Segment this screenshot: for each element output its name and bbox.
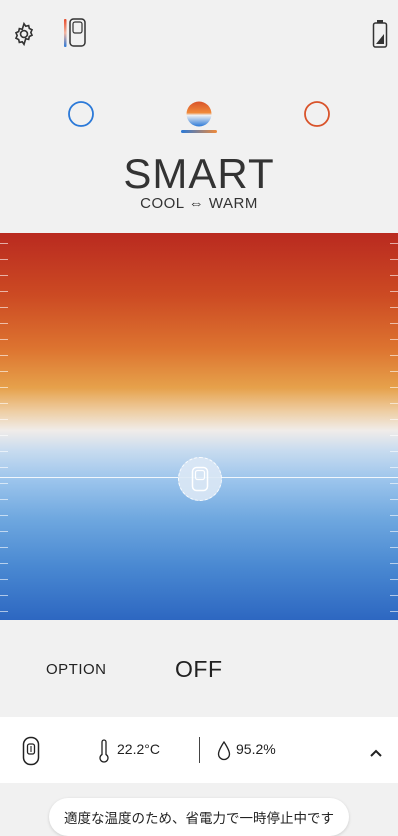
warm-mode-icon	[304, 101, 330, 127]
scale-tick	[390, 243, 398, 244]
mode-smart-button[interactable]	[181, 96, 217, 132]
scale-tick	[390, 563, 398, 564]
scale-tick	[390, 531, 398, 532]
scale-tick	[390, 547, 398, 548]
scale-tick	[0, 355, 8, 356]
scale-tick	[390, 387, 398, 388]
mode-subtitle: COOL ⇔ WARM	[140, 195, 258, 212]
device-icon[interactable]	[22, 736, 40, 771]
scale-tick	[390, 355, 398, 356]
option-row[interactable]: OPTION OFF	[0, 620, 398, 716]
scale-tick	[0, 275, 8, 276]
scale-tick	[390, 371, 398, 372]
divider	[199, 737, 200, 763]
device-remote-icon[interactable]	[60, 16, 90, 50]
option-label: OPTION	[46, 661, 107, 678]
mode-title: SMART	[123, 150, 275, 197]
scale-tick	[390, 579, 398, 580]
scale-tick	[0, 467, 8, 468]
scale-tick	[390, 259, 398, 260]
scale-tick	[0, 323, 8, 324]
smart-mode-icon	[186, 101, 212, 127]
scale-tick	[0, 547, 8, 548]
scale-tick	[0, 515, 8, 516]
chevron-up-icon[interactable]	[369, 745, 383, 763]
scale-tick	[0, 531, 8, 532]
scale-tick	[0, 451, 8, 452]
scale-tick	[0, 259, 8, 260]
right-scale-ticks	[390, 233, 398, 620]
scale-tick	[0, 243, 8, 244]
bottom-status-bar[interactable]: 22.2°C 95.2%	[0, 717, 398, 783]
scale-tick	[390, 611, 398, 612]
scale-tick	[0, 499, 8, 500]
scale-tick	[390, 435, 398, 436]
device-icon	[191, 466, 209, 492]
scale-tick	[0, 419, 8, 420]
scale-tick	[390, 451, 398, 452]
scale-tick	[390, 419, 398, 420]
scale-tick	[390, 595, 398, 596]
humidity-reading: 95.2%	[236, 741, 276, 757]
power-save-notice: 適度な温度のため、省電力で一時停止中です	[49, 798, 349, 836]
scale-tick	[0, 291, 8, 292]
scale-tick	[0, 387, 8, 388]
temperature-gradient-panel[interactable]: 適度な温度のため、省電力で一時停止中です	[0, 233, 398, 836]
scale-tick	[0, 307, 8, 308]
scale-tick	[390, 275, 398, 276]
scale-tick	[0, 435, 8, 436]
scale-tick	[0, 595, 8, 596]
scale-tick	[390, 403, 398, 404]
scale-tick	[0, 371, 8, 372]
mode-warm-button[interactable]	[299, 96, 335, 132]
setpoint-handle[interactable]	[178, 457, 222, 501]
scale-tick	[390, 467, 398, 468]
top-bar	[0, 0, 398, 70]
scale-tick	[390, 515, 398, 516]
gear-icon[interactable]	[10, 20, 38, 48]
scale-tick	[0, 563, 8, 564]
humidity-icon	[217, 740, 231, 767]
battery-icon	[370, 18, 390, 50]
scale-tick	[390, 499, 398, 500]
left-scale-ticks	[0, 233, 8, 620]
option-value[interactable]: OFF	[175, 656, 223, 683]
scale-tick	[0, 403, 8, 404]
mode-cool-button[interactable]	[63, 96, 99, 132]
temperature-reading: 22.2°C	[117, 741, 160, 757]
scale-tick	[390, 307, 398, 308]
scale-tick	[390, 291, 398, 292]
scale-tick	[0, 611, 8, 612]
scale-tick	[390, 323, 398, 324]
thermometer-icon	[98, 739, 110, 768]
scale-tick	[0, 339, 8, 340]
scale-tick	[390, 339, 398, 340]
scale-tick	[0, 483, 8, 484]
scale-tick	[0, 579, 8, 580]
selected-mode-indicator	[181, 130, 217, 133]
cool-mode-icon	[68, 101, 94, 127]
scale-tick	[390, 483, 398, 484]
